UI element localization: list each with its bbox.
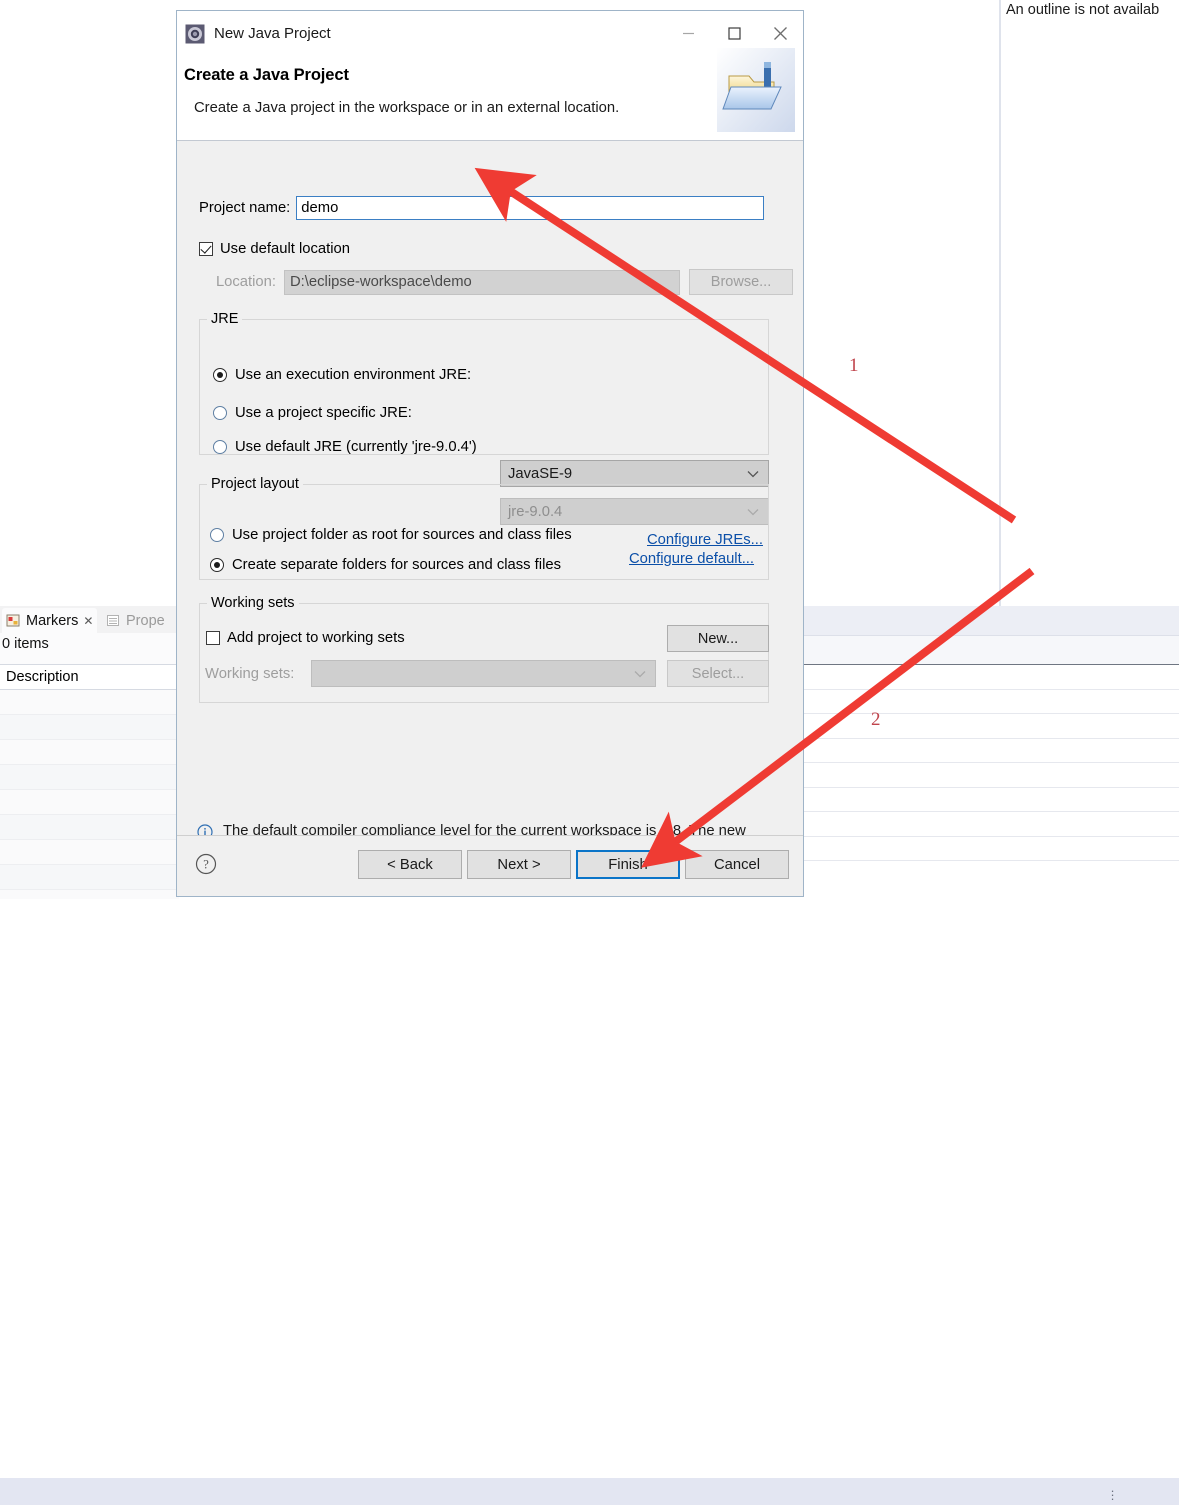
list-item [0, 740, 179, 765]
markers-rows [0, 690, 179, 899]
add-project-to-working-sets-checkbox-row[interactable]: Add project to working sets [206, 630, 405, 646]
add-project-to-working-sets-label: Add project to working sets [227, 630, 405, 646]
radio-label: Create separate folders for sources and … [232, 557, 561, 573]
location-input: D:\eclipse-workspace\demo [284, 269, 680, 295]
markers-column-header-description[interactable]: Description [0, 664, 179, 690]
minimize-icon[interactable] [665, 11, 711, 56]
jre-group-title: JRE [207, 311, 243, 327]
radio-use-execution-environment-jre[interactable]: Use an execution environment JRE: [213, 367, 471, 383]
radio-label: Use an execution environment JRE: [235, 367, 472, 383]
location-row: Location: D:\eclipse-workspace\demo Brow… [199, 269, 793, 295]
status-bar-handle-icon[interactable]: · · · [1108, 1484, 1118, 1505]
new-working-set-button[interactable]: New... [667, 625, 769, 652]
radio-use-default-jre[interactable]: Use default JRE (currently 'jre-9.0.4') [213, 439, 477, 455]
radio-label: Use project folder as root for sources a… [232, 527, 572, 543]
banner-title: Create a Java Project [184, 66, 349, 84]
working-sets-group-title: Working sets [207, 595, 299, 611]
radio-label: Use a project specific JRE: [235, 405, 412, 421]
tab-markers[interactable]: Markers ✕ [2, 608, 98, 633]
properties-icon [106, 613, 121, 628]
dialog-title: New Java Project [214, 25, 331, 42]
radio-use-project-specific-jre[interactable]: Use a project specific JRE: [213, 405, 412, 421]
add-project-to-working-sets-checkbox[interactable] [206, 631, 220, 645]
list-item [0, 690, 179, 715]
banner-subtitle: Create a Java project in the workspace o… [194, 100, 620, 116]
project-name-row: Project name: [199, 196, 765, 220]
markers-icon [6, 613, 21, 628]
dialog-banner: Create a Java Project Create a Java proj… [177, 48, 803, 141]
new-java-project-wizard-banner-icon [717, 48, 795, 132]
list-item [0, 790, 179, 815]
back-button[interactable]: < Back [358, 850, 462, 879]
dialog-body: Project name: Use default location Locat… [177, 141, 803, 860]
select-working-set-button: Select... [667, 660, 769, 687]
chevron-down-icon [634, 666, 646, 682]
cancel-button[interactable]: Cancel [685, 850, 789, 879]
dialog-footer: ? < Back Next > Finish Cancel [177, 835, 803, 896]
list-item [0, 865, 179, 890]
radio-indicator [213, 406, 227, 420]
jre-group: JRE [199, 311, 769, 455]
list-item [0, 765, 179, 790]
configure-default-layout-link[interactable]: Configure default... [629, 551, 754, 567]
radio-indicator [210, 528, 224, 542]
use-default-location-checkbox-row[interactable]: Use default location [199, 241, 350, 257]
new-java-project-dialog: New Java Project Create a Java Project C… [176, 10, 804, 897]
radio-indicator [210, 558, 224, 572]
use-default-location-label: Use default location [220, 241, 350, 257]
list-item [0, 815, 179, 840]
close-icon[interactable]: ✕ [83, 615, 93, 627]
project-layout-group-title: Project layout [207, 476, 303, 492]
markers-view: Markers ✕ Prope 0 items Description [0, 606, 179, 899]
help-icon[interactable]: ? [195, 853, 217, 875]
svg-text:?: ? [203, 858, 209, 872]
working-sets-group: Working sets [199, 595, 769, 703]
markers-item-count: 0 items [2, 636, 49, 652]
browse-button: Browse... [689, 269, 793, 295]
outline-panel [999, 0, 1179, 606]
execution-environment-jre-value: JavaSE-9 [508, 465, 573, 482]
outline-empty-message: An outline is not availab [1006, 2, 1160, 18]
list-item [0, 715, 179, 740]
use-default-location-checkbox[interactable] [199, 242, 213, 256]
execution-environment-jre-combo[interactable]: JavaSE-9 [500, 460, 769, 487]
tab-markers-label: Markers [26, 612, 79, 629]
radio-indicator [213, 368, 227, 382]
finish-button[interactable]: Finish [576, 850, 680, 879]
list-item [0, 840, 179, 865]
radio-create-separate-folders[interactable]: Create separate folders for sources and … [210, 557, 561, 573]
radio-use-project-folder-as-root[interactable]: Use project folder as root for sources a… [210, 527, 572, 543]
tab-properties-label: Prope [126, 612, 165, 629]
working-sets-combo [311, 660, 656, 687]
status-bar [0, 1478, 1179, 1505]
footer-buttons: < Back Next > Finish Cancel [353, 850, 789, 879]
radio-indicator [213, 440, 227, 454]
next-button[interactable]: Next > [467, 850, 571, 879]
project-name-label: Project name: [199, 200, 291, 216]
radio-label: Use default JRE (currently 'jre-9.0.4') [235, 439, 477, 455]
java-project-icon [185, 24, 205, 44]
working-sets-label: Working sets: [205, 666, 295, 682]
tab-properties[interactable]: Prope [106, 608, 165, 633]
chevron-down-icon [747, 466, 759, 482]
markers-tabbar: Markers ✕ Prope [0, 606, 179, 633]
dialog-titlebar[interactable]: New Java Project [177, 11, 803, 56]
location-label: Location: [215, 274, 276, 290]
project-name-input[interactable] [296, 196, 765, 220]
